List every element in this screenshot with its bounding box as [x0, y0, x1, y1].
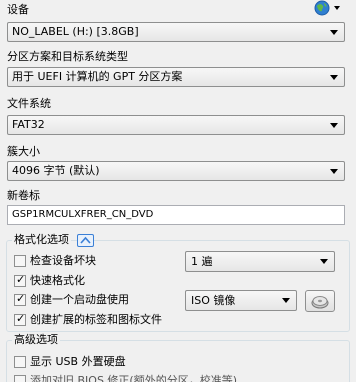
filesystem-label: 文件系统	[7, 97, 51, 110]
cluster-select[interactable]: 4096 字节 (默认)	[7, 161, 345, 181]
bad-blocks-passes-value: 1 遍	[191, 255, 213, 268]
quick-format-checkbox[interactable]: ✓	[14, 273, 26, 287]
format-options-title-text: 格式化选项	[14, 233, 69, 246]
checkmark-icon: ✓	[16, 312, 26, 325]
device-label: 设备	[7, 3, 29, 16]
partition-select-value: 用于 UEFI 计算机的 GPT 分区方案	[12, 70, 183, 83]
partition-label: 分区方案和目标系统类型	[7, 50, 128, 63]
select-image-button[interactable]	[305, 290, 335, 312]
bootable-checkbox[interactable]: ✓	[14, 292, 26, 306]
filesystem-select-value: FAT32	[12, 118, 45, 131]
quick-format-label: 快速格式化	[30, 274, 85, 287]
chevron-up-icon	[80, 236, 91, 244]
checkmark-icon: ✓	[16, 292, 26, 305]
volume-input-value: GSP1RMCULXFRER_CN_DVD	[12, 209, 154, 220]
filesystem-select[interactable]: FAT32	[7, 115, 345, 135]
check-bad-blocks-label: 检查设备坏块	[30, 254, 96, 267]
format-options-title: 格式化选项	[12, 233, 71, 247]
bootable-label: 创建一个启动盘使用	[30, 293, 129, 306]
device-select-value: NO_LABEL (H:) [3.8GB]	[12, 25, 139, 38]
advanced-options-title: 高级选项	[12, 333, 60, 347]
chevron-down-icon	[330, 75, 338, 80]
chevron-down-icon	[330, 123, 338, 128]
device-select[interactable]: NO_LABEL (H:) [3.8GB]	[7, 22, 345, 42]
chevron-down-icon	[320, 259, 328, 264]
volume-input[interactable]: GSP1RMCULXFRER_CN_DVD	[7, 205, 345, 225]
bios-fix-checkbox[interactable]	[14, 375, 26, 382]
disc-drive-icon	[311, 296, 329, 309]
boot-image-type-value: ISO 镜像	[191, 294, 236, 307]
checkmark-icon: ✓	[16, 273, 26, 286]
language-button[interactable]	[314, 0, 344, 16]
cluster-label: 簇大小	[7, 145, 40, 158]
globe-icon	[314, 0, 340, 16]
extended-label-label: 创建扩展的标签和图标文件	[30, 313, 162, 326]
bad-blocks-passes-select[interactable]: 1 遍	[185, 251, 335, 272]
extended-label-checkbox[interactable]: ✓	[14, 312, 26, 326]
bios-fix-label: 添加对旧 BIOS 修正(额外的分区，校准等)	[30, 374, 238, 382]
show-usb-label: 显示 USB 外置硬盘	[30, 355, 126, 368]
chevron-down-icon	[282, 298, 290, 303]
volume-label: 新卷标	[7, 189, 40, 202]
cluster-select-value: 4096 字节 (默认)	[12, 164, 100, 177]
toggle-options-button[interactable]	[77, 234, 94, 247]
boot-image-type-select[interactable]: ISO 镜像	[185, 290, 297, 311]
rufus-window: 设备 NO_LABEL (H:) [3.8GB] 分区方案和目标系统类型 用于 …	[0, 0, 356, 382]
show-usb-checkbox[interactable]	[14, 356, 26, 368]
chevron-down-icon	[330, 169, 338, 174]
chevron-down-icon	[330, 30, 338, 35]
check-bad-blocks-checkbox[interactable]	[14, 255, 26, 267]
partition-select[interactable]: 用于 UEFI 计算机的 GPT 分区方案	[7, 67, 345, 87]
